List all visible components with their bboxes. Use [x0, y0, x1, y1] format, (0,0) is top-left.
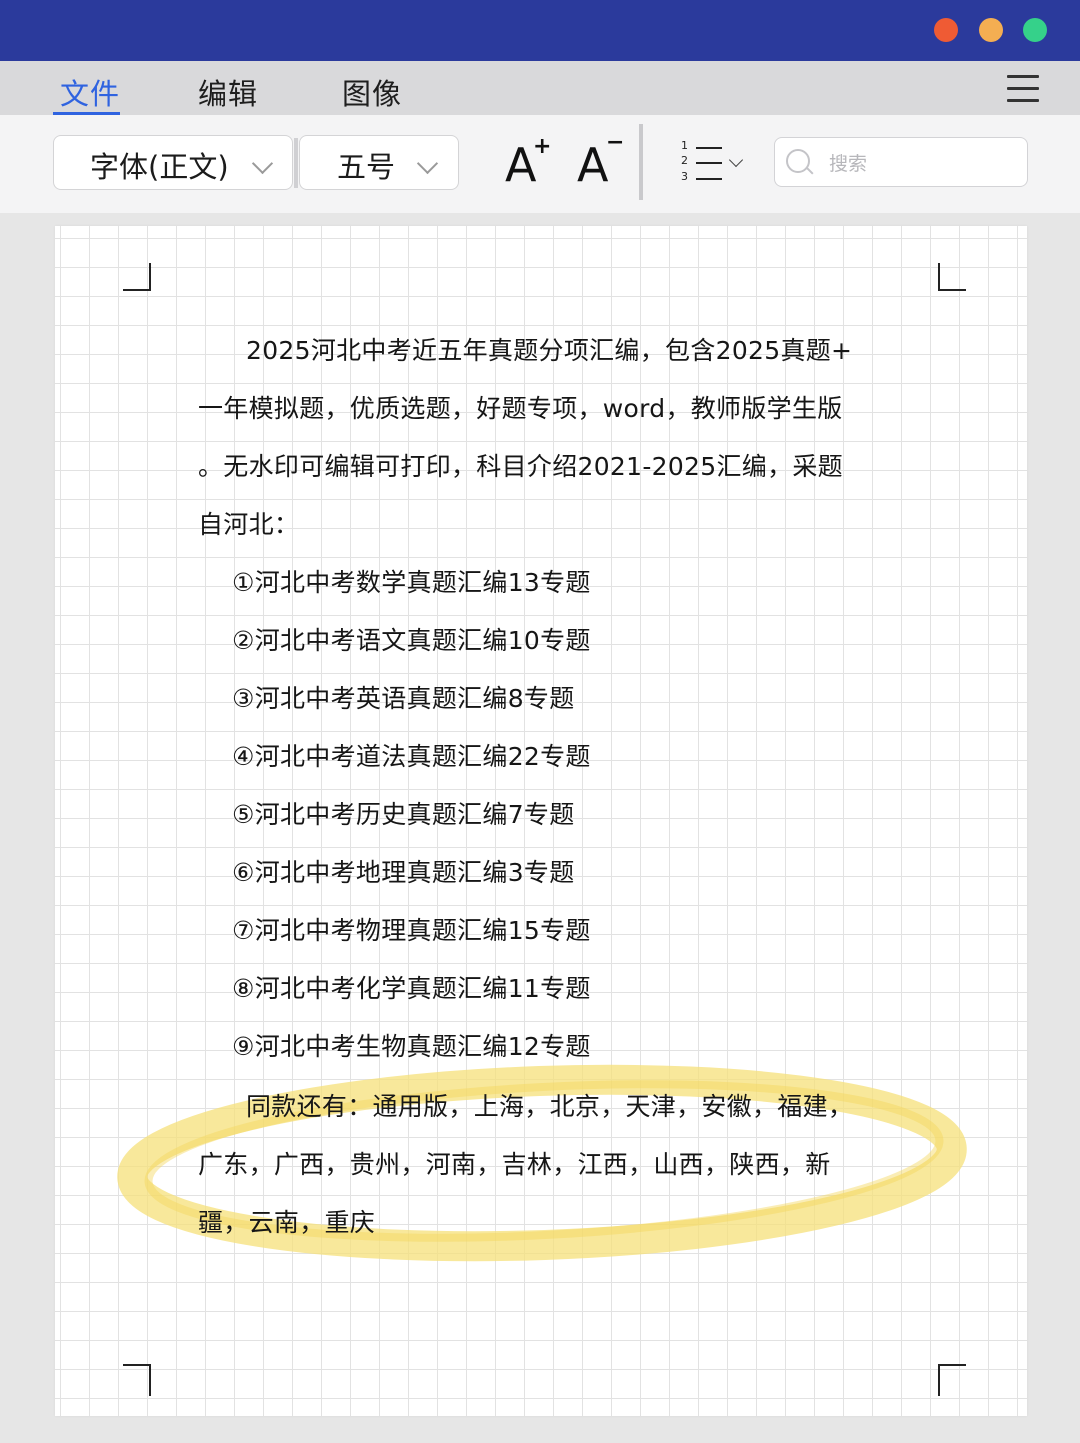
- subject-list-item: ⑥河北中考地理真题汇编3专题: [232, 858, 575, 887]
- chevron-down-icon: [728, 152, 744, 168]
- subject-list-item: ②河北中考语文真题汇编10专题: [232, 626, 591, 655]
- chevron-down-icon: [416, 152, 439, 175]
- decrease-font-icon: A: [577, 138, 609, 192]
- font-family-select[interactable]: 字体(正文): [53, 135, 293, 190]
- paragraph-line: 一年模拟题，优质选题，好题专项，word，教师版学生版: [198, 394, 843, 423]
- font-family-value: 字体(正文): [90, 150, 229, 184]
- subject-list-item: ⑦河北中考物理真题汇编15专题: [232, 916, 591, 945]
- hamburger-menu-icon[interactable]: [1007, 75, 1039, 103]
- window-maximize-button[interactable]: [1023, 18, 1047, 42]
- margin-corner-mark: [123, 263, 151, 291]
- list-number: 1: [681, 139, 688, 152]
- select-divider: [294, 138, 298, 188]
- numbered-list-icon[interactable]: 1 2 3: [678, 139, 748, 183]
- subject-list-item: ⑤河北中考历史真题汇编7专题: [232, 800, 575, 829]
- menu-item-file[interactable]: 文件: [60, 71, 120, 113]
- decrease-font-button[interactable]: A −: [577, 130, 624, 192]
- also-available-line: 广东，广西，贵州，河南，吉林，江西，山西，陕西，新: [198, 1150, 831, 1179]
- toolbar-divider: [639, 124, 643, 200]
- window-close-button[interactable]: [934, 18, 958, 42]
- subject-list-item: ③河北中考英语真题汇编8专题: [232, 684, 575, 713]
- font-size-select[interactable]: 五号: [299, 135, 459, 190]
- window-titlebar: [0, 0, 1080, 61]
- menu-item-edit[interactable]: 编辑: [198, 71, 258, 113]
- search-box[interactable]: 搜索: [774, 137, 1028, 187]
- menu-item-image[interactable]: 图像: [342, 71, 402, 113]
- search-input[interactable]: 搜索: [829, 149, 867, 176]
- margin-corner-mark: [938, 263, 966, 291]
- list-number: 3: [681, 170, 688, 183]
- paragraph-line: 自河北：: [198, 510, 300, 539]
- also-available-line: 同款还有：通用版，上海，北京，天津，安徽，福建，: [246, 1092, 854, 1121]
- chevron-down-icon: [251, 152, 274, 175]
- subject-list-item: ⑧河北中考化学真题汇编11专题: [232, 974, 591, 1003]
- paragraph-line: 2025河北中考近五年真题分项汇编，包含2025真题+: [246, 336, 853, 365]
- subject-list-item: ④河北中考道法真题汇编22专题: [232, 742, 591, 771]
- subject-list-item: ①河北中考数学真题汇编13专题: [232, 568, 591, 597]
- paragraph-line: 。无水印可编辑可打印，科目介绍2021-2025汇编，采题: [198, 452, 843, 481]
- also-available-line: 疆，云南，重庆: [198, 1208, 376, 1237]
- increase-font-icon: A: [505, 138, 537, 192]
- margin-corner-mark: [938, 1364, 966, 1396]
- increase-font-button[interactable]: A +: [505, 134, 551, 192]
- font-size-value: 五号: [337, 150, 396, 184]
- list-number: 2: [681, 154, 688, 167]
- window-minimize-button[interactable]: [979, 18, 1003, 42]
- margin-corner-mark: [123, 1364, 151, 1396]
- menu-bar: [0, 61, 1080, 115]
